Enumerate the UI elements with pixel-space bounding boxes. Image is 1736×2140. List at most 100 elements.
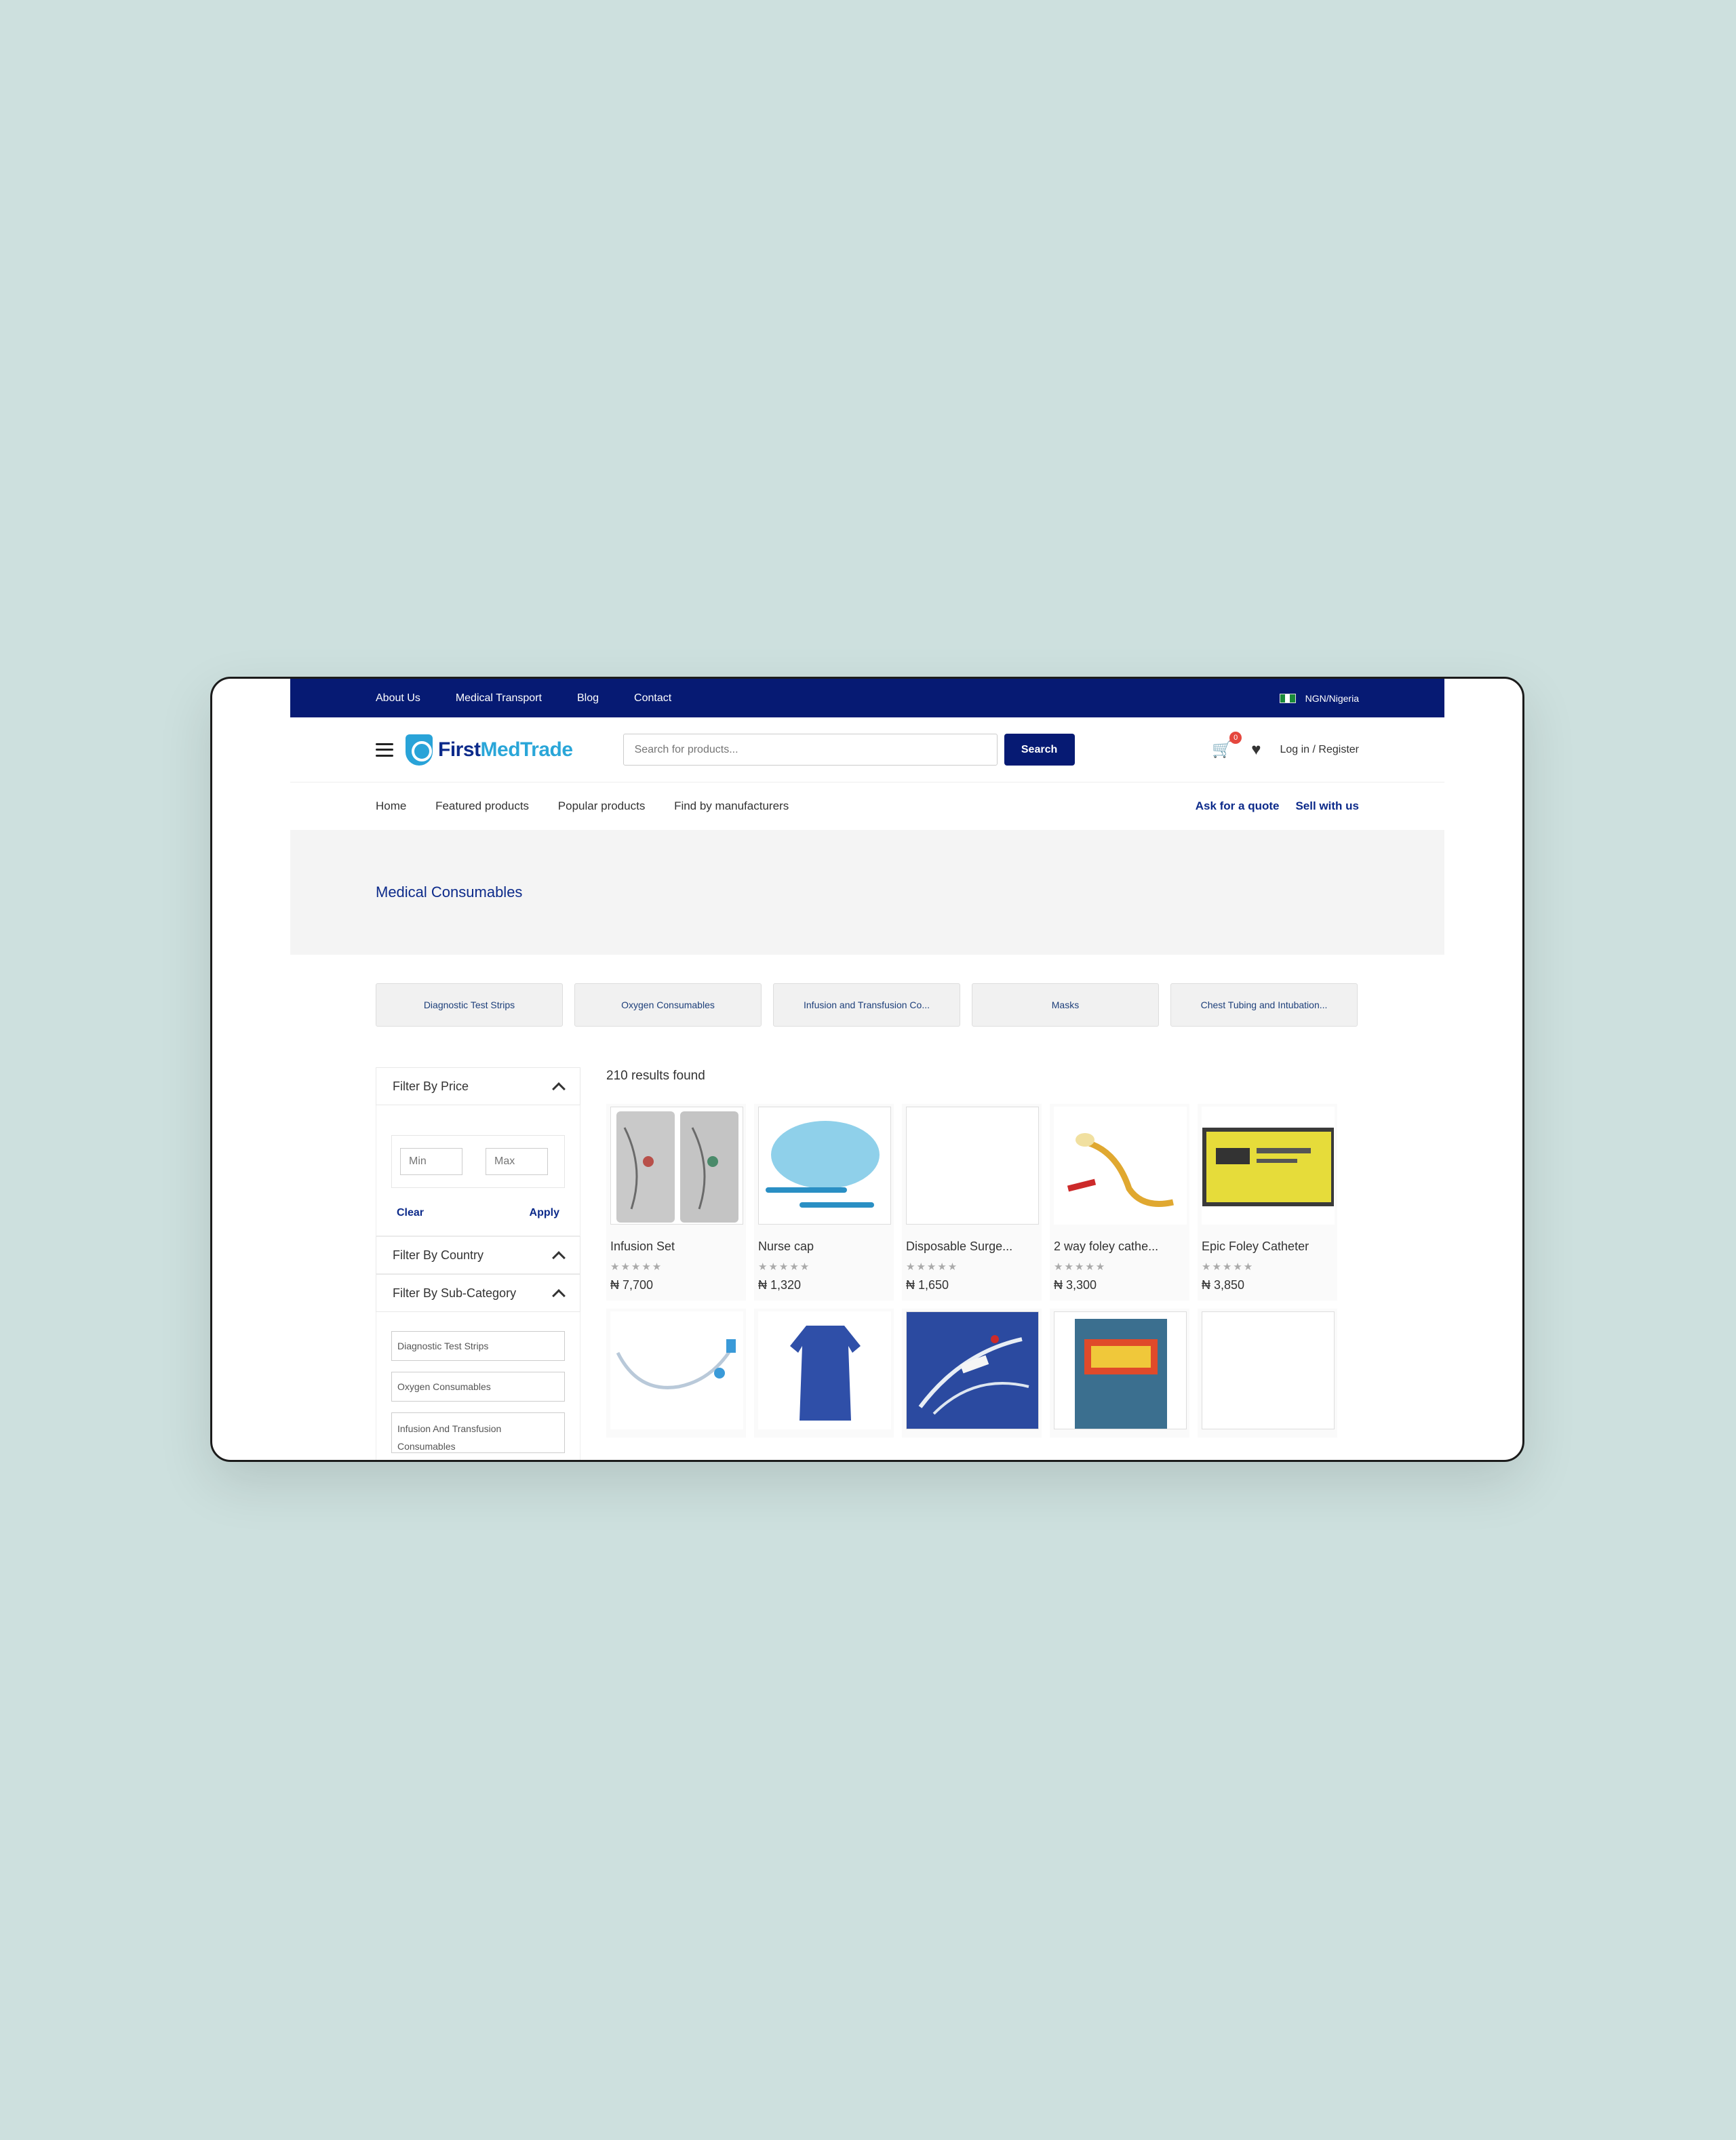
header-actions: 🛒 0 ♥ Log in / Register — [1212, 732, 1359, 759]
product-card[interactable] — [1050, 1309, 1189, 1438]
product-image[interactable] — [758, 1107, 891, 1225]
chevron-up-icon — [552, 1082, 566, 1096]
rating-stars: ★★★★★ — [758, 1261, 811, 1273]
website: About Us Medical Transport Blog Contact … — [290, 679, 1444, 1460]
product-name[interactable]: Disposable Surge... — [906, 1240, 1038, 1254]
product-price: ₦ 3,300 — [1054, 1278, 1097, 1292]
top-link-medical-transport[interactable]: Medical Transport — [456, 692, 542, 705]
filter-subcategory-header[interactable]: Filter By Sub-Category — [376, 1274, 580, 1312]
subcategory-option[interactable]: Infusion And Transfusion Consumables — [391, 1412, 565, 1453]
product-image[interactable] — [1202, 1107, 1335, 1225]
product-card[interactable] — [754, 1309, 894, 1438]
filter-price-body: Clear Apply — [376, 1105, 580, 1236]
top-link-blog[interactable]: Blog — [577, 692, 599, 705]
top-links: About Us Medical Transport Blog Contact — [376, 692, 707, 705]
apply-button[interactable]: Apply — [530, 1207, 559, 1219]
menu-icon[interactable] — [376, 742, 393, 757]
clear-button[interactable]: Clear — [397, 1207, 424, 1219]
nav-find-by-manufacturers[interactable]: Find by manufacturers — [674, 799, 789, 812]
search-bar: Search — [623, 734, 1075, 766]
logo-text: FirstMedTrade — [438, 738, 573, 761]
filter-country-header[interactable]: Filter By Country — [376, 1236, 580, 1274]
category-chip[interactable]: Diagnostic Test Strips — [376, 983, 563, 1027]
product-name[interactable]: Nurse cap — [758, 1240, 890, 1254]
subcategory-option[interactable]: Diagnostic Test Strips — [391, 1331, 565, 1361]
filter-price-title: Filter By Price — [393, 1079, 469, 1093]
nav-actions: Ask for a quote Sell with us — [1196, 799, 1359, 813]
product-card[interactable]: Infusion Set ★★★★★ ₦ 7,700 — [606, 1104, 746, 1301]
product-image[interactable] — [906, 1311, 1039, 1429]
category-chip[interactable]: Infusion and Transfusion Co... — [773, 983, 960, 1027]
subcategory-chips: Diagnostic Test Strips Oxygen Consumable… — [290, 955, 1444, 1027]
product-image-broken[interactable] — [906, 1107, 1039, 1225]
product-card[interactable]: Epic Foley Catheter ★★★★★ ₦ 3,850 — [1198, 1104, 1337, 1301]
rating-stars: ★★★★★ — [610, 1261, 663, 1273]
product-image[interactable] — [1054, 1311, 1187, 1429]
product-price: ₦ 1,320 — [758, 1278, 802, 1292]
top-bar: About Us Medical Transport Blog Contact … — [290, 679, 1444, 717]
sell-with-us-link[interactable]: Sell with us — [1295, 799, 1359, 813]
product-name[interactable]: Infusion Set — [610, 1240, 742, 1254]
nav-links: Home Featured products Popular products … — [376, 799, 814, 813]
product-image[interactable] — [610, 1107, 743, 1225]
main-nav: Home Featured products Popular products … — [290, 782, 1444, 830]
locale-label: NGN/Nigeria — [1305, 692, 1359, 704]
product-card[interactable] — [902, 1309, 1042, 1438]
product-grid: Infusion Set ★★★★★ ₦ 7,700 Nurse cap ★★★… — [606, 1104, 1359, 1438]
product-image-broken[interactable] — [1202, 1311, 1335, 1429]
login-register-link[interactable]: Log in / Register — [1280, 744, 1359, 756]
product-card[interactable]: Nurse cap ★★★★★ ₦ 1,320 — [754, 1104, 894, 1301]
ask-quote-link[interactable]: Ask for a quote — [1196, 799, 1280, 813]
header: FirstMedTrade Search 🛒0 ♥ Log in / Regis… — [290, 717, 1444, 782]
subcategory-list: Diagnostic Test Strips Oxygen Consumable… — [376, 1312, 580, 1460]
product-image[interactable] — [758, 1311, 891, 1429]
filter-subcategory-title: Filter By Sub-Category — [393, 1286, 517, 1300]
content-area: Filter By Price Clear Apply Filter By Co… — [290, 1027, 1444, 1460]
search-button[interactable]: Search — [1004, 734, 1075, 766]
top-link-contact[interactable]: Contact — [634, 692, 671, 705]
price-actions: Clear Apply — [391, 1188, 565, 1219]
product-listing: 210 results found Infusion Set ★★★★★ ₦ 7… — [606, 1067, 1359, 1460]
rating-stars: ★★★★★ — [1054, 1261, 1107, 1273]
cart-icon[interactable]: 🛒 0 — [1212, 732, 1242, 759]
product-image[interactable] — [1054, 1107, 1187, 1225]
product-price: ₦ 7,700 — [610, 1278, 654, 1292]
price-range — [391, 1135, 565, 1188]
cart-badge: 0 — [1229, 732, 1242, 744]
product-card[interactable] — [606, 1309, 746, 1438]
nigeria-flag-icon — [1279, 693, 1296, 703]
rating-stars: ★★★★★ — [1202, 1261, 1255, 1273]
category-banner: Medical Consumables — [290, 830, 1444, 955]
top-link-about[interactable]: About Us — [376, 692, 420, 705]
locale-selector[interactable]: NGN/Nigeria — [1279, 692, 1359, 704]
filter-country-title: Filter By Country — [393, 1248, 484, 1262]
min-price-input[interactable] — [400, 1148, 462, 1175]
nav-popular-products[interactable]: Popular products — [558, 799, 646, 812]
results-count: 210 results found — [606, 1069, 705, 1083]
max-price-input[interactable] — [486, 1148, 548, 1175]
product-card[interactable]: Disposable Surge... ★★★★★ ₦ 1,650 — [902, 1104, 1042, 1301]
filter-sidebar: Filter By Price Clear Apply Filter By Co… — [376, 1067, 580, 1460]
wishlist-heart-icon[interactable]: ♥ — [1251, 740, 1261, 759]
product-price: ₦ 3,850 — [1202, 1278, 1245, 1292]
logo[interactable]: FirstMedTrade — [406, 734, 573, 766]
chevron-up-icon — [552, 1251, 566, 1265]
search-input[interactable] — [623, 734, 998, 766]
chevron-up-icon — [552, 1289, 566, 1303]
product-name[interactable]: 2 way foley cathe... — [1054, 1240, 1185, 1254]
product-image[interactable] — [610, 1311, 743, 1429]
category-chip[interactable]: Masks — [972, 983, 1159, 1027]
browser-frame: About Us Medical Transport Blog Contact … — [210, 677, 1524, 1462]
product-card[interactable] — [1198, 1309, 1337, 1438]
logo-shield-icon — [406, 734, 433, 766]
rating-stars: ★★★★★ — [906, 1261, 959, 1273]
page-title: Medical Consumables — [376, 884, 523, 900]
filter-price-header[interactable]: Filter By Price — [376, 1067, 580, 1105]
nav-featured-products[interactable]: Featured products — [435, 799, 529, 812]
product-name[interactable]: Epic Foley Catheter — [1202, 1240, 1333, 1254]
category-chip[interactable]: Oxygen Consumables — [574, 983, 762, 1027]
nav-home[interactable]: Home — [376, 799, 406, 812]
category-chip[interactable]: Chest Tubing and Intubation... — [1170, 983, 1358, 1027]
product-card[interactable]: 2 way foley cathe... ★★★★★ ₦ 3,300 — [1050, 1104, 1189, 1301]
subcategory-option[interactable]: Oxygen Consumables — [391, 1372, 565, 1402]
